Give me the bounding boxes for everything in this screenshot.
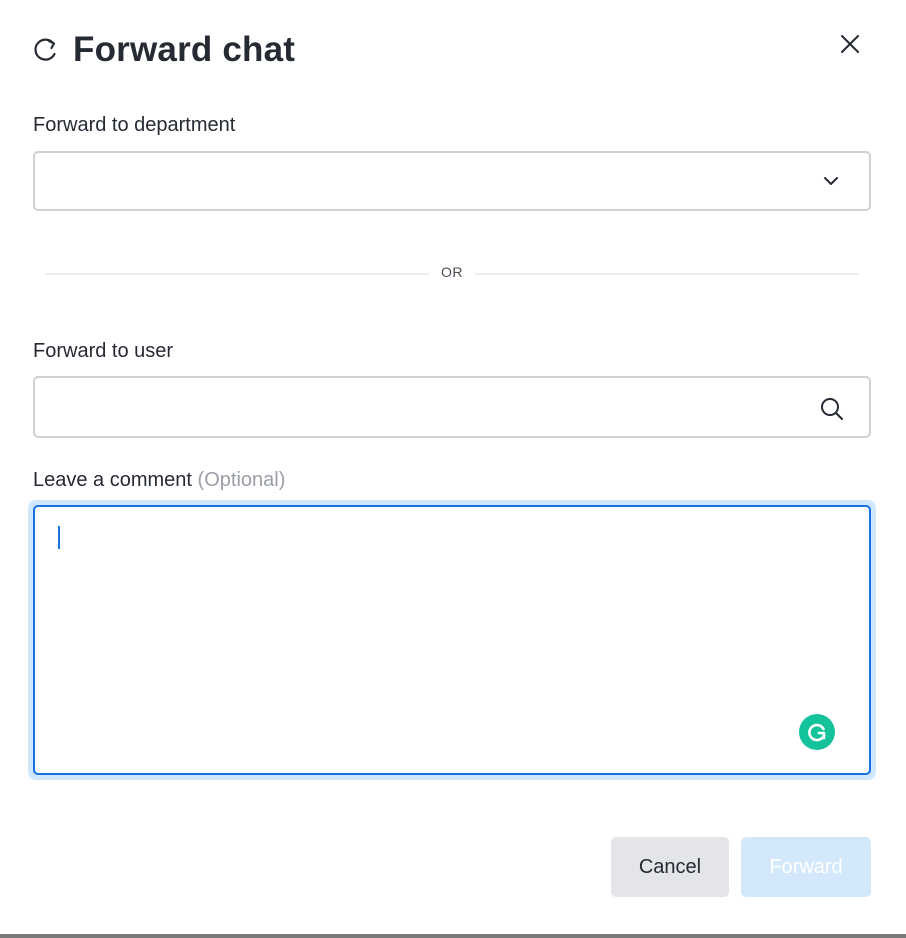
- dialog-title: Forward chat: [73, 30, 296, 69]
- comment-field[interactable]: [33, 505, 871, 775]
- user-label: Forward to user: [33, 340, 174, 362]
- optional-note: (Optional): [197, 469, 286, 491]
- user-search-field[interactable]: [33, 376, 871, 438]
- close-icon: [839, 33, 861, 60]
- text-caret: [58, 526, 60, 549]
- forward-button[interactable]: Forward: [741, 837, 871, 897]
- comment-label-text: Leave a comment: [33, 469, 192, 491]
- department-select[interactable]: [33, 151, 871, 211]
- divider-line-left: [45, 273, 429, 275]
- chevron-down-icon: [821, 171, 841, 191]
- user-search-input[interactable]: [49, 388, 813, 428]
- comment-textarea[interactable]: [55, 523, 819, 727]
- or-text: OR: [441, 264, 463, 280]
- grammarly-icon[interactable]: [799, 714, 835, 750]
- comment-focus-ring: [28, 500, 876, 780]
- cancel-button[interactable]: Cancel: [611, 837, 729, 897]
- forward-chat-icon: [33, 35, 63, 65]
- search-icon[interactable]: [819, 396, 845, 422]
- close-button[interactable]: [834, 30, 866, 62]
- divider-line-right: [475, 273, 859, 275]
- department-label: Forward to department: [33, 114, 236, 136]
- comment-label: Leave a comment (Optional): [33, 469, 285, 492]
- dialog-header: Forward chat: [33, 28, 295, 72]
- forward-chat-dialog: Forward chat Forward to department OR Fo…: [0, 0, 906, 934]
- or-divider: OR: [45, 263, 859, 283]
